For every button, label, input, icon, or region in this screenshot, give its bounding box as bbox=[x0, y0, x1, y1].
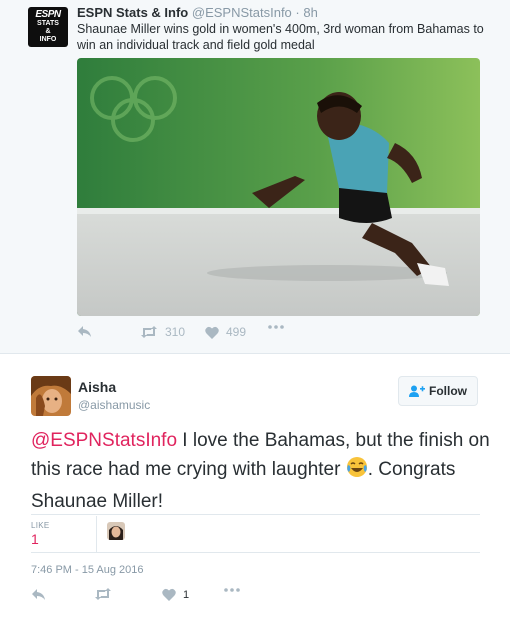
follow-label: Follow bbox=[429, 384, 467, 398]
quoted-author-name[interactable]: ESPN Stats & Info bbox=[77, 5, 188, 20]
stats-top-divider bbox=[31, 514, 480, 515]
like-button[interactable]: 499 bbox=[205, 325, 246, 339]
follow-user-icon bbox=[409, 385, 425, 397]
follow-button[interactable]: Follow bbox=[398, 376, 478, 406]
more-button[interactable] bbox=[268, 325, 284, 329]
retweet-button[interactable]: 310 bbox=[140, 325, 185, 339]
likes-count[interactable]: 1 bbox=[31, 531, 39, 547]
tears-of-joy-emoji-icon bbox=[346, 456, 368, 487]
likes-label: LIKE bbox=[31, 521, 50, 530]
like-button[interactable]: 1 bbox=[162, 588, 189, 601]
retweet-count: 310 bbox=[165, 325, 186, 339]
retweet-button[interactable] bbox=[94, 588, 112, 600]
espn-avatar[interactable]: ESPN STATS & INFO bbox=[28, 7, 68, 47]
stats-vertical-divider bbox=[96, 516, 97, 552]
reply-button[interactable] bbox=[31, 588, 47, 602]
reply-button[interactable] bbox=[77, 325, 93, 339]
mention-link[interactable]: @ESPNStatsInfo bbox=[31, 430, 177, 451]
avatar-line-3: INFO bbox=[39, 36, 57, 43]
more-icon bbox=[224, 588, 240, 592]
heart-icon bbox=[162, 588, 176, 601]
quoted-tweet-text: Shaunae Miller wins gold in women's 400m… bbox=[77, 22, 484, 52]
retweet-icon bbox=[95, 588, 111, 600]
like-count: 1 bbox=[183, 588, 190, 601]
stats-bottom-divider bbox=[31, 552, 480, 553]
quoted-author-handle[interactable]: @ESPNStatsInfo bbox=[192, 5, 292, 20]
author-avatar[interactable] bbox=[31, 376, 71, 416]
quoted-tweet-header: ESPN Stats & Info @ESPNStatsInfo · 8h bbox=[77, 5, 318, 20]
quoted-tweet-actions: 310 499 bbox=[77, 325, 377, 345]
author-handle[interactable]: @aishamusic bbox=[78, 398, 150, 412]
quoted-tweet[interactable]: ESPN STATS & INFO ESPN Stats & Info @ESP… bbox=[0, 0, 510, 354]
reply-icon bbox=[32, 589, 45, 600]
avatar-image bbox=[31, 376, 71, 416]
like-count: 499 bbox=[226, 325, 247, 339]
avatar-line-2: & bbox=[45, 28, 51, 35]
more-icon bbox=[268, 325, 284, 329]
retweet-icon bbox=[141, 326, 157, 338]
quoted-tweet-time[interactable]: 8h bbox=[303, 5, 317, 20]
reply-icon bbox=[78, 326, 91, 337]
author-name[interactable]: Aisha bbox=[78, 379, 116, 395]
heart-icon bbox=[205, 326, 219, 339]
liker-avatar-image bbox=[107, 522, 125, 540]
separator-dot: · bbox=[295, 5, 300, 20]
tweet-actions: 1 bbox=[31, 588, 331, 608]
more-button[interactable] bbox=[224, 588, 240, 592]
race-photo-image bbox=[77, 58, 480, 316]
espn-logo: ESPN bbox=[35, 9, 61, 20]
tweet-timestamp[interactable]: 7:46 PM - 15 Aug 2016 bbox=[31, 564, 144, 576]
race-photo[interactable] bbox=[77, 58, 480, 316]
tweet-text: @ESPNStatsInfo I love the Bahamas, but t… bbox=[31, 426, 491, 516]
liker-avatar[interactable] bbox=[107, 522, 125, 540]
avatar-line-1: STATS bbox=[37, 20, 59, 27]
